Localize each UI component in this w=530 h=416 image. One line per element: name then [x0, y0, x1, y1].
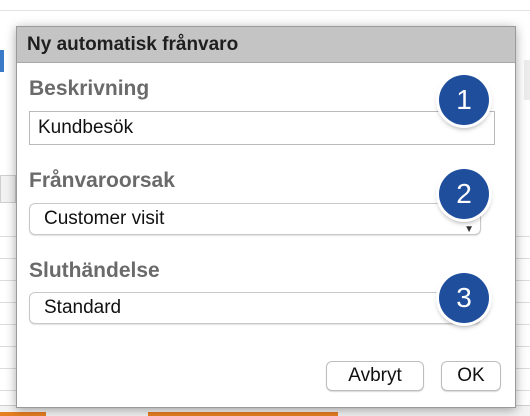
absence-reason-value: Customer visit [44, 208, 165, 229]
description-label: Beskrivning [29, 77, 150, 100]
dialog-title: Ny automatisk frånvaro [27, 33, 239, 55]
cancel-button[interactable]: Avbryt [326, 361, 424, 391]
background-accent [148, 412, 338, 416]
step-badge-number: 2 [456, 178, 472, 209]
end-event-select[interactable]: Standard [29, 292, 481, 324]
background-tab-indicator [0, 50, 4, 72]
end-event-value: Standard [44, 297, 122, 318]
background-control [0, 175, 16, 203]
chevron-down-icon: ▼ [464, 224, 474, 235]
description-input[interactable]: Kundbesök [29, 111, 495, 145]
step-badge-3: 3 [439, 273, 489, 323]
end-event-label: Sluthändelse [29, 259, 160, 282]
description-value: Kundbesök [38, 117, 134, 138]
background-accent [0, 412, 46, 416]
ok-button[interactable]: OK [441, 361, 501, 391]
background-scrollbar [524, 60, 530, 100]
background-divider [0, 10, 530, 11]
step-badge-number: 3 [456, 282, 472, 313]
step-badge-2: 2 [439, 169, 489, 219]
dialog-titlebar[interactable]: Ny automatisk frånvaro [17, 27, 515, 63]
absence-reason-select[interactable]: Customer visit ▼ [29, 203, 481, 235]
step-badge-1: 1 [439, 75, 489, 125]
absence-reason-label: Frånvaroorsak [29, 169, 175, 192]
new-automatic-absence-dialog: Ny automatisk frånvaro Beskrivning Kundb… [16, 26, 516, 408]
step-badge-number: 1 [456, 84, 472, 115]
